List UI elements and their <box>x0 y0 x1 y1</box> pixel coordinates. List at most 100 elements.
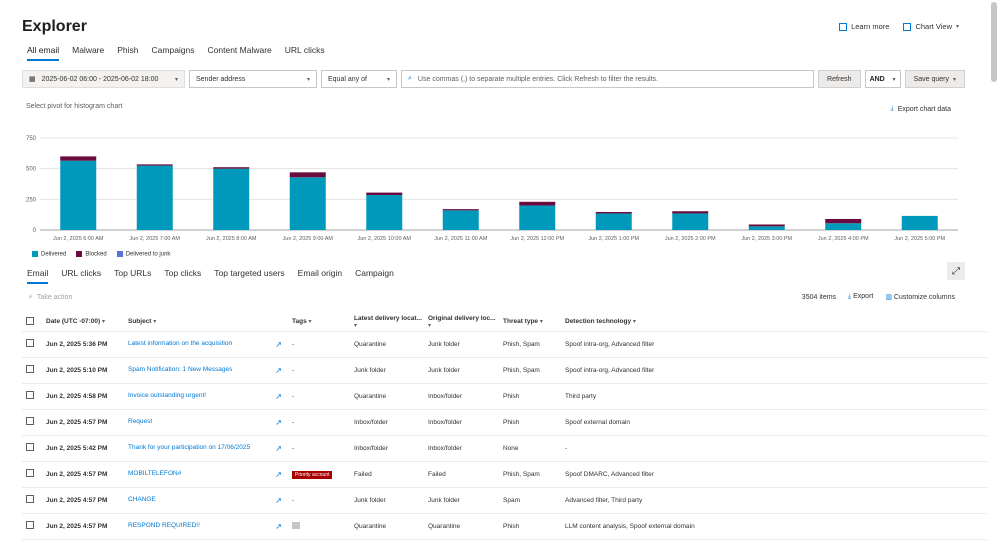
col-latest-delivery[interactable]: Latest delivery locat... ▾ <box>350 313 424 332</box>
expand-icon[interactable]: ⤢ <box>947 262 965 280</box>
col-original-delivery[interactable]: Original delivery loc... ▾ <box>424 313 499 332</box>
tab-email[interactable]: Email <box>27 268 49 284</box>
col-date[interactable]: Date (UTC -07:00) ▾ <box>42 313 124 332</box>
bar-blocked[interactable] <box>366 192 403 196</box>
table-row[interactable]: Jun 2, 2025 4:57 PM Request ↗ - Inbox/fo… <box>22 409 987 436</box>
subject-link[interactable]: Invoice outstanding urgent! <box>128 392 206 399</box>
bar-blocked[interactable] <box>519 201 556 206</box>
open-in-new-icon[interactable]: ↗ <box>275 496 282 505</box>
logic-select[interactable]: AND ▾ <box>864 70 901 88</box>
open-in-new-icon[interactable]: ↗ <box>275 522 282 531</box>
bar-blocked[interactable] <box>213 167 250 169</box>
row-detection-technology: Spoof DMARC, Advanced filter <box>561 461 987 488</box>
bar-delivered[interactable] <box>60 160 97 230</box>
subject-link[interactable]: CHANGE <box>128 496 156 503</box>
export-chart-button[interactable]: ⤓ Export chart data <box>891 105 951 113</box>
open-in-new-icon[interactable]: ↗ <box>275 366 282 375</box>
bar-blocked[interactable] <box>442 209 479 211</box>
tab-top-clicks[interactable]: Top clicks <box>164 268 201 284</box>
bar-blocked[interactable] <box>136 164 173 166</box>
open-in-new-icon[interactable]: ↗ <box>275 340 282 349</box>
take-action-button[interactable]: ⚡ Take action <box>28 293 72 302</box>
table-row[interactable]: Jun 2, 2025 4:57 PM RESPOND REQUIRED!! ↗… <box>22 513 987 540</box>
open-in-new-icon[interactable]: ↗ <box>275 470 282 479</box>
legend-blocked[interactable]: Blocked <box>76 251 107 258</box>
pivot-selector[interactable]: Select pivot for histogram chart <box>26 103 123 110</box>
tab-top-targeted-users[interactable]: Top targeted users <box>214 268 284 284</box>
bar-blocked[interactable] <box>825 218 862 224</box>
bar-blocked[interactable] <box>60 156 97 161</box>
operator-select[interactable]: Equal any of ▾ <box>321 70 397 88</box>
bar-blocked[interactable] <box>595 211 632 214</box>
row-checkbox[interactable] <box>22 435 42 462</box>
row-latest-delivery: Junk folder <box>350 487 424 514</box>
tab-url-clicks[interactable]: URL clicks <box>285 45 325 61</box>
bar-blocked[interactable] <box>748 224 785 227</box>
row-checkbox[interactable] <box>22 357 42 384</box>
bar-blocked[interactable] <box>289 172 326 178</box>
tab-all-email[interactable]: All email <box>27 45 60 61</box>
row-checkbox[interactable] <box>22 487 42 514</box>
save-query-button[interactable]: Save query ▾ <box>904 70 965 88</box>
page-scrollbar[interactable] <box>991 2 997 82</box>
tab-campaign[interactable]: Campaign <box>355 268 394 284</box>
col-detection-technology[interactable]: Detection technology ▾ <box>561 313 987 332</box>
bar-delivered[interactable] <box>213 168 250 230</box>
col-threat-type[interactable]: Threat type ▾ <box>499 313 561 332</box>
bar-delivered[interactable] <box>442 210 479 230</box>
tab-url-clicks-table[interactable]: URL clicks <box>61 268 101 284</box>
select-all-checkbox[interactable] <box>22 313 42 332</box>
table-row[interactable]: Jun 2, 2025 5:10 PM Spam Notification: 1… <box>22 357 987 384</box>
subject-link[interactable]: Thank for your participation on 17/06/20… <box>128 444 250 451</box>
search-input[interactable]: ⌕ Use commas (,) to separate multiple en… <box>401 70 815 88</box>
tab-phish[interactable]: Phish <box>117 45 138 61</box>
subject-link[interactable]: Request <box>128 418 152 425</box>
bar-delivered[interactable] <box>748 226 785 230</box>
row-checkbox[interactable] <box>22 331 42 358</box>
date-range-picker[interactable]: ▦ 2025-06-02 06:00 - 2025-06-02 18:00 ▾ <box>22 70 185 88</box>
field-select[interactable]: Sender address ▾ <box>189 70 317 88</box>
row-checkbox[interactable] <box>22 513 42 540</box>
refresh-button[interactable]: Refresh <box>818 70 861 88</box>
export-button[interactable]: ⤓ Export <box>848 293 873 301</box>
bar-blocked[interactable] <box>672 211 709 214</box>
bar-delivered[interactable] <box>825 223 862 230</box>
subject-link[interactable]: Spam Notification: 1 New Messages <box>128 366 232 373</box>
customize-columns-button[interactable]: ▥ Customize columns <box>885 293 955 301</box>
legend-delivered[interactable]: Delivered <box>32 251 66 258</box>
table-row[interactable]: Jun 2, 2025 4:58 PM Invoice outstanding … <box>22 383 987 410</box>
table-row[interactable]: Jun 2, 2025 5:42 PM Thank for your parti… <box>22 435 987 462</box>
bar-delivered[interactable] <box>901 215 938 230</box>
table-actions: 3504 items ⤓ Export ▥ Customize columns <box>802 293 955 301</box>
open-in-new-icon[interactable]: ↗ <box>275 418 282 427</box>
bar-delivered[interactable] <box>136 165 173 230</box>
row-checkbox[interactable] <box>22 461 42 488</box>
bar-delivered[interactable] <box>519 205 556 230</box>
subject-link[interactable]: Latest information on the acquisition <box>128 340 232 347</box>
row-threat-type: Phish <box>499 409 561 436</box>
tab-top-urls[interactable]: Top URLs <box>114 268 151 284</box>
subject-link[interactable]: RESPOND REQUIRED!! <box>128 522 200 529</box>
tab-malware[interactable]: Malware <box>72 45 104 61</box>
tab-campaigns[interactable]: Campaigns <box>152 45 195 61</box>
table-row[interactable]: Jun 2, 2025 4:57 PM MOBILTELEFON# ↗ Prio… <box>22 461 987 488</box>
open-in-new-icon[interactable]: ↗ <box>275 392 282 401</box>
col-tags[interactable]: Tags ▾ <box>288 313 350 332</box>
tab-email-origin[interactable]: Email origin <box>298 268 342 284</box>
row-checkbox[interactable] <box>22 409 42 436</box>
tab-content-malware[interactable]: Content Malware <box>208 45 272 61</box>
col-subject[interactable]: Subject ▾ <box>124 313 288 332</box>
bar-delivered[interactable] <box>289 177 326 230</box>
tag-value: - <box>292 366 295 374</box>
row-checkbox[interactable] <box>22 383 42 410</box>
bar-delivered[interactable] <box>672 213 709 230</box>
learn-more-link[interactable]: Learn more <box>839 22 889 31</box>
table-row[interactable]: Jun 2, 2025 4:57 PM CHANGE ↗ - Junk fold… <box>22 487 987 514</box>
open-in-new-icon[interactable]: ↗ <box>275 444 282 453</box>
subject-link[interactable]: MOBILTELEFON# <box>128 470 181 477</box>
bar-delivered[interactable] <box>366 195 403 230</box>
bar-delivered[interactable] <box>595 213 632 230</box>
table-row[interactable]: Jun 2, 2025 5:36 PM Latest information o… <box>22 331 987 358</box>
legend-junk[interactable]: Delivered to junk <box>116 251 170 258</box>
chart-view-dropdown[interactable]: Chart View ▾ <box>903 22 959 31</box>
